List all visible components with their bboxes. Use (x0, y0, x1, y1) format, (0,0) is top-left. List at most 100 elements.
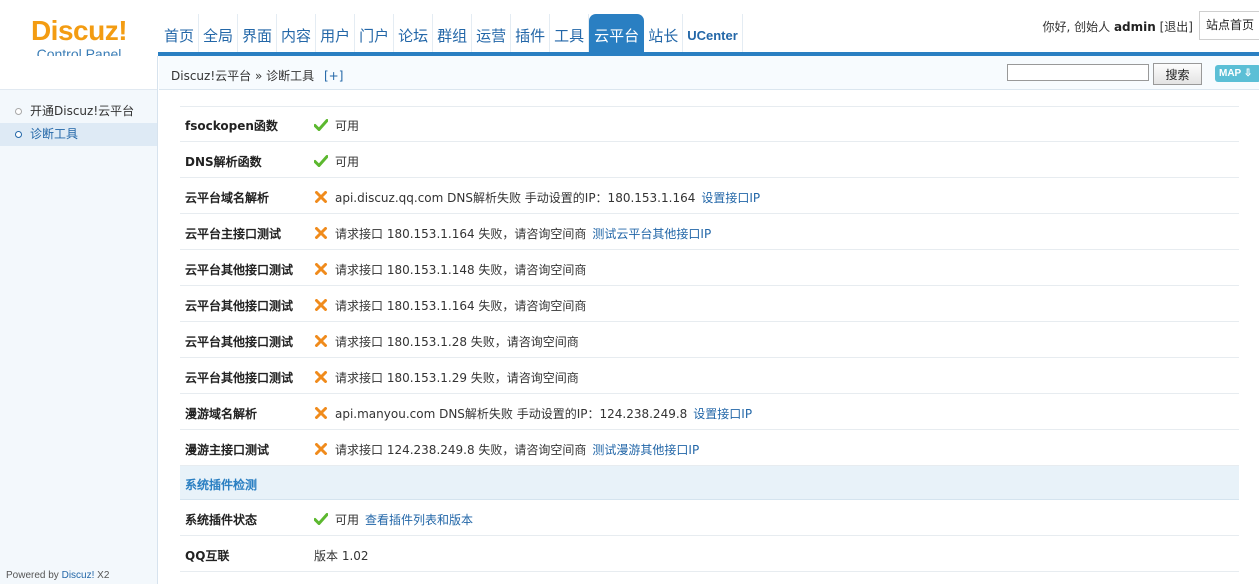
sidebar: 开通Discuz!云平台 诊断工具 Powered by Discuz! X2 (0, 56, 158, 584)
nav-tab[interactable]: 界面 (238, 14, 278, 52)
sidebar-item[interactable]: 诊断工具 (0, 123, 157, 146)
breadcrumb-bar: Discuz!云平台 » 诊断工具 [+] 搜索 MAP ⇩ (159, 56, 1259, 90)
breadcrumb-text: Discuz!云平台 » 诊断工具 (171, 69, 315, 83)
table-row: 云平台域名解析 api.discuz.qq.com DNS解析失败 手动设置的IP… (180, 178, 1239, 214)
logout-link[interactable]: [退出] (1160, 20, 1193, 34)
cross-icon (314, 299, 328, 311)
nav-tab[interactable]: 内容 (277, 14, 317, 52)
row-label: 云平台其他接口测试 (185, 335, 294, 349)
user-info: 你好, 创始人 admin [退出] (1042, 18, 1193, 35)
row-action-link[interactable]: 设置接口IP (701, 191, 760, 205)
row-text: api.discuz.qq.com DNS解析失败 手动设置的IP：180.15… (335, 191, 696, 205)
nav-tab[interactable]: 用户 (316, 14, 356, 52)
search-input[interactable] (1007, 64, 1149, 81)
logo-title: Discuz! (30, 15, 128, 46)
check-icon (313, 513, 329, 526)
row-value: 请求接口 124.238.249.8 失败，请咨询空间商 测试漫游其他接口IP (314, 441, 699, 458)
check-icon (313, 119, 329, 132)
row-text: 可用 (335, 155, 360, 169)
row-action-link[interactable]: 测试漫游其他接口IP (592, 443, 699, 457)
powered-prefix: Powered by (6, 570, 59, 581)
table-row: 云平台其他接口测试 请求接口 180.153.1.28 失败，请咨询空间商 (180, 322, 1239, 358)
row-text: 可用 (335, 119, 360, 133)
table-row: DNS解析函数 可用 (180, 142, 1239, 178)
row-value: 请求接口 180.153.1.29 失败，请咨询空间商 (314, 369, 579, 386)
nav-tab[interactable]: 插件 (511, 14, 551, 52)
check-icon (313, 155, 329, 168)
nav-tab[interactable]: 论坛 (394, 14, 434, 52)
table-row: QQ互联 版本 1.02 (180, 536, 1239, 572)
section-header: 系统插件检测 (180, 466, 1239, 500)
row-text: 请求接口 180.153.1.164 失败，请咨询空间商 (335, 299, 587, 313)
row-label: 漫游域名解析 (185, 407, 258, 421)
username: admin (1113, 20, 1156, 34)
breadcrumb: Discuz!云平台 » 诊断工具 [+] (171, 67, 343, 84)
cross-icon (314, 191, 328, 203)
table-row: 云平台其他接口测试 请求接口 180.153.1.29 失败，请咨询空间商 (180, 358, 1239, 394)
nav-tab[interactable]: 站长 (644, 14, 684, 52)
row-label: 云平台其他接口测试 (185, 371, 294, 385)
row-value: 可用 (313, 117, 360, 134)
main-nav: 首页 全局 界面 内容 用户 门户 论坛 群组 运营 插件 工具 云平台 站长 UCenter (160, 14, 743, 52)
header: Discuz! Control Panel 首页 全局 界面 内容 用户 门户 论坛 群组 运营… (0, 0, 1259, 63)
nav-tab[interactable]: 全局 (199, 14, 239, 52)
row-text: 请求接口 180.153.1.148 失败，请咨询空间商 (335, 263, 587, 277)
nav-tab[interactable]: 云平台 (589, 14, 645, 52)
nav-tab[interactable]: UCenter (683, 14, 743, 52)
row-label: DNS解析函数 (185, 155, 262, 169)
row-label: 漫游主接口测试 (185, 443, 270, 457)
row-value: 请求接口 180.153.1.148 失败，请咨询空间商 (314, 261, 586, 278)
row-value: api.discuz.qq.com DNS解析失败 手动设置的IP：180.15… (314, 189, 760, 206)
plugin-checks: 系统插件状态 可用 查看插件列表和版本 QQ互联 版本 1.02 (180, 500, 1239, 572)
map-button[interactable]: MAP ⇩ (1215, 65, 1259, 82)
row-text: 请求接口 124.238.249.8 失败，请咨询空间商 (335, 443, 587, 457)
row-action-link[interactable]: 设置接口IP (693, 407, 752, 421)
row-action-link[interactable]: 测试云平台其他接口IP (592, 227, 711, 241)
row-value: 可用 (313, 153, 360, 170)
cross-icon (314, 407, 328, 419)
logo[interactable]: Discuz! Control Panel (0, 0, 158, 63)
row-value: 可用 查看插件列表和版本 (313, 511, 473, 528)
search-button[interactable]: 搜索 (1153, 63, 1202, 85)
nav-tab[interactable]: 群组 (433, 14, 473, 52)
row-label: 云平台域名解析 (185, 191, 270, 205)
section-title: 系统插件检测 (185, 478, 258, 492)
nav-tab[interactable]: 运营 (472, 14, 512, 52)
row-label: 云平台其他接口测试 (185, 263, 294, 277)
row-value: 请求接口 180.153.1.164 失败，请咨询空间商 测试云平台其他接口IP (314, 225, 711, 242)
sidebar-item-label: 诊断工具 (30, 127, 79, 141)
table-row: 云平台主接口测试 请求接口 180.153.1.164 失败，请咨询空间商 测试云平… (180, 214, 1239, 250)
table-row: 漫游域名解析 api.manyou.com DNS解析失败 手动设置的IP：124… (180, 394, 1239, 430)
bullet-icon (15, 131, 22, 138)
discuz-link[interactable]: Discuz! (62, 570, 95, 581)
table-row: fsockopen函数 可用 (180, 106, 1239, 142)
row-label: QQ互联 (185, 549, 230, 563)
nav-tab[interactable]: 首页 (160, 14, 200, 52)
sidebar-item-label: 开通Discuz!云平台 (30, 104, 135, 118)
cross-icon (314, 227, 328, 239)
row-text: 可用 (335, 513, 360, 527)
table-row: 云平台其他接口测试 请求接口 180.153.1.164 失败，请咨询空间商 (180, 286, 1239, 322)
row-text: 请求接口 180.153.1.164 失败，请咨询空间商 (335, 227, 587, 241)
row-value: api.manyou.com DNS解析失败 手动设置的IP：124.238.2… (314, 405, 752, 422)
add-shortcut-link[interactable]: [+] (324, 69, 343, 83)
nav-tab[interactable]: 门户 (355, 14, 395, 52)
row-action-link[interactable]: 查看插件列表和版本 (365, 513, 473, 527)
cross-icon (314, 335, 328, 347)
powered-by: Powered by Discuz! X2 (6, 570, 109, 581)
nav-tab[interactable]: 工具 (550, 14, 590, 52)
row-value: 请求接口 180.153.1.164 失败，请咨询空间商 (314, 297, 586, 314)
row-label: 云平台其他接口测试 (185, 299, 294, 313)
table-row: 云平台其他接口测试 请求接口 180.153.1.148 失败，请咨询空间商 (180, 250, 1239, 286)
cross-icon (314, 263, 328, 275)
site-home-button[interactable]: 站点首页 (1199, 11, 1259, 40)
row-label: fsockopen函数 (185, 119, 278, 133)
row-label: 云平台主接口测试 (185, 227, 282, 241)
network-checks: fsockopen函数 可用 DNS解析函数 可用 云平台域名解析 api.discuz.… (180, 106, 1239, 466)
cross-icon (314, 443, 328, 455)
diagnostic-table: fsockopen函数 可用 DNS解析函数 可用 云平台域名解析 api.discuz.… (180, 106, 1239, 572)
row-text: 请求接口 180.153.1.29 失败，请咨询空间商 (335, 371, 579, 385)
row-label: 系统插件状态 (185, 513, 258, 527)
sidebar-item[interactable]: 开通Discuz!云平台 (0, 100, 157, 123)
sidebar-header (0, 56, 157, 90)
